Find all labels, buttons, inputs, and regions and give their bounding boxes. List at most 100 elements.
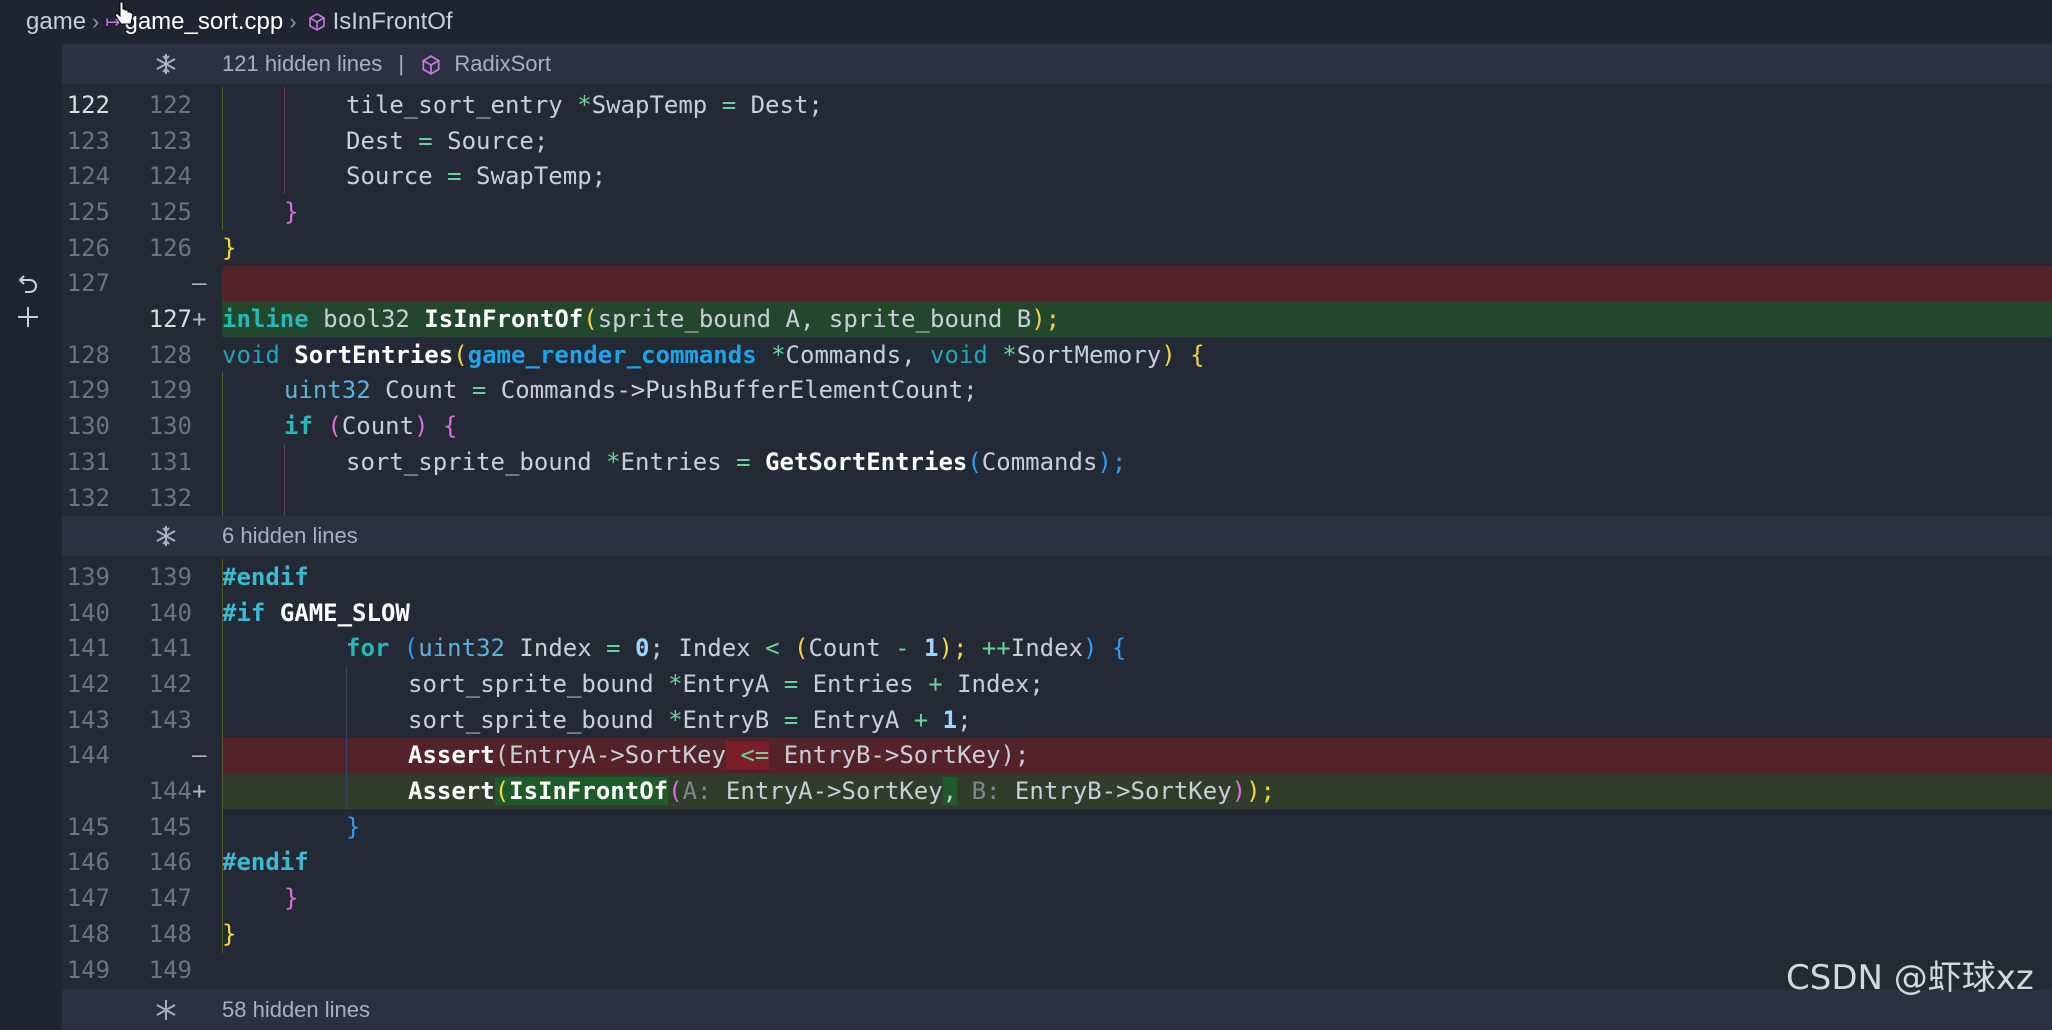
token: EntryA: [682, 669, 784, 698]
code-text: Dest = Source;: [346, 127, 548, 155]
code-line-deleted[interactable]: 127 –: [62, 265, 2052, 302]
line-number-old: 128: [66, 340, 110, 369]
token: Commands,: [785, 340, 931, 369]
code-line[interactable]: 142 142 sort_sprite_bound *EntryA = Entr…: [62, 666, 2052, 702]
token: );: [1031, 305, 1061, 334]
token: *: [771, 340, 786, 369]
token: Index;: [942, 669, 1044, 698]
code-line[interactable]: 141 141 for (uint32 Index = 0; Index < (…: [62, 630, 2052, 666]
token: Source: [346, 162, 448, 191]
code-line[interactable]: 132 132: [62, 480, 2052, 516]
code-text: #endif: [222, 562, 309, 591]
code-line[interactable]: 126 126 }: [62, 230, 2052, 266]
line-number-new: 141: [148, 634, 192, 663]
expand-unfold-icon[interactable]: [154, 998, 178, 1022]
hidden-lines-bar[interactable]: 58 hidden lines: [62, 990, 2052, 1030]
token: {: [1175, 340, 1205, 369]
line-number-new: 122: [148, 90, 192, 119]
token: #if: [222, 598, 266, 627]
token: ;: [957, 705, 972, 734]
code-text: void SortEntries(game_render_commands *C…: [222, 341, 1205, 369]
diff-plus-marker: +: [192, 777, 207, 806]
expand-unfold-icon[interactable]: [154, 524, 178, 548]
code-text: Source = SwapTemp;: [346, 162, 606, 190]
indent-guide: [284, 87, 285, 194]
token: *: [1002, 340, 1017, 369]
line-number-new: 143: [148, 705, 192, 734]
token: +: [928, 669, 943, 698]
hidden-lines-count: 121 hidden lines: [222, 51, 383, 76]
token: SortEntries: [294, 340, 454, 369]
line-number-old: 124: [66, 162, 110, 191]
line-number-new: 144: [148, 777, 192, 806]
token: Commands->PushBufferElementCount;: [486, 376, 978, 405]
code-text: }: [346, 812, 361, 841]
code-line[interactable]: 140 140 #if GAME_SLOW: [62, 595, 2052, 631]
hidden-lines-bar[interactable]: 121 hidden lines | RadixSort: [62, 44, 2052, 84]
breadcrumb-file[interactable]: game_sort.cpp: [124, 8, 283, 36]
line-number-new: 142: [148, 669, 192, 698]
line-number-new: 123: [148, 126, 192, 155]
line-number-new: 147: [148, 884, 192, 913]
line-number-old: 130: [66, 412, 110, 441]
token: bool32: [308, 305, 425, 334]
line-number-old: 123: [66, 126, 110, 155]
token: SortMemory: [1016, 340, 1162, 369]
code-line[interactable]: 123 123 Dest = Source;: [62, 123, 2052, 159]
code-line-added[interactable]: 144 + Assert(IsInFrontOf(A: EntryA->Sort…: [62, 773, 2052, 809]
token: EntryB: [682, 705, 784, 734]
code-line[interactable]: 149 149: [62, 952, 2052, 988]
chevron-right-icon: ›: [92, 9, 100, 34]
code-line[interactable]: 122 122 tile_sort_entry *SwapTemp = Dest…: [62, 87, 2052, 123]
token: tile_sort_entry: [346, 90, 578, 119]
token: EntryA->SortKey: [509, 741, 726, 770]
token: (: [494, 741, 510, 770]
code-line[interactable]: 146 146 #endif: [62, 845, 2052, 881]
code-line[interactable]: 139 139 #endif: [62, 559, 2052, 595]
token: +: [913, 705, 929, 734]
code-line-deleted[interactable]: 144 – Assert(EntryA->SortKey <= EntryB->…: [62, 737, 2052, 774]
token: game_render_commands: [467, 340, 757, 369]
code-line[interactable]: 124 124 Source = SwapTemp;: [62, 158, 2052, 194]
code-line[interactable]: 131 131 sort_sprite_bound *Entries = Get…: [62, 444, 2052, 480]
line-number-new: 139: [148, 562, 192, 591]
stage-change-icon[interactable]: [14, 303, 42, 331]
breadcrumb-folder[interactable]: game: [26, 8, 86, 36]
token: );: [1246, 777, 1276, 806]
token: *: [577, 90, 592, 119]
token: =: [471, 376, 487, 405]
code-line[interactable]: 143 143 sort_sprite_bound *EntryB = Entr…: [62, 702, 2052, 738]
token: ): [1231, 777, 1247, 806]
indent-guide: [222, 559, 223, 953]
token: IsInFrontOf: [424, 305, 584, 334]
breadcrumb-symbol[interactable]: IsInFrontOf: [333, 8, 453, 36]
code-line[interactable]: 147 147 }: [62, 880, 2052, 916]
expand-unfold-icon[interactable]: [154, 52, 178, 76]
code-text: sort_sprite_bound *EntryB = EntryA + 1;: [408, 706, 972, 734]
token: *: [606, 447, 621, 476]
code-line[interactable]: 125 125 }: [62, 194, 2052, 230]
line-number-old: 132: [66, 483, 110, 512]
code-text: inline bool32 IsInFrontOf(sprite_bound A…: [222, 305, 1060, 333]
left-gutter: [0, 44, 62, 1006]
hidden-lines-bar[interactable]: 6 hidden lines: [62, 516, 2052, 556]
code-line[interactable]: 129 129 uint32 Count = Commands->PushBuf…: [62, 373, 2052, 409]
token: (: [389, 634, 419, 663]
line-number-old: 141: [66, 634, 110, 663]
token: =: [418, 126, 433, 155]
line-number-new: 127: [148, 305, 192, 334]
code-line[interactable]: 148 148 }: [62, 916, 2052, 952]
code-line[interactable]: 130 130 if (Count) {: [62, 408, 2052, 444]
token: *: [668, 705, 683, 734]
line-number-old: 148: [66, 919, 110, 948]
code-line[interactable]: 128 128 void SortEntries(game_render_com…: [62, 337, 2052, 373]
code-line[interactable]: 145 145 }: [62, 809, 2052, 845]
code-text: Assert(IsInFrontOf(A: EntryA->SortKey, B…: [408, 777, 1276, 806]
separator: |: [398, 51, 405, 76]
code-line-added[interactable]: 127 + inline bool32 IsInFrontOf(sprite_b…: [62, 301, 2052, 337]
revert-change-icon[interactable]: [14, 270, 42, 298]
token: );: [1000, 741, 1030, 770]
hidden-lines-context[interactable]: RadixSort: [454, 51, 551, 76]
